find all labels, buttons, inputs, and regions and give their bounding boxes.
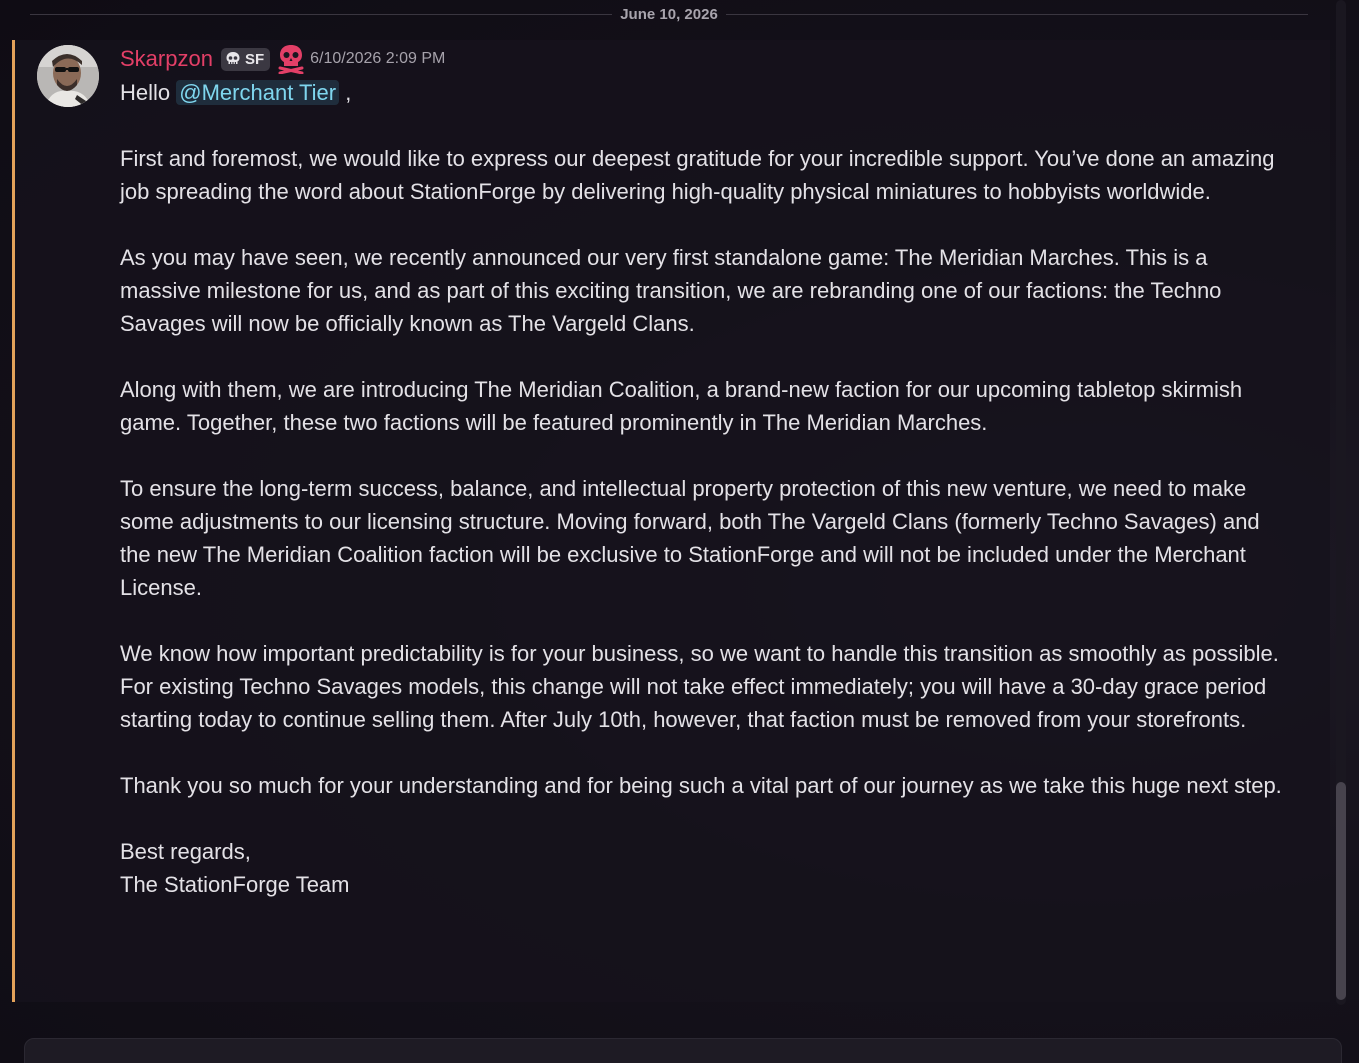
- signature: The StationForge Team: [120, 872, 350, 897]
- message-content: Hello @Merchant Tier , First and foremos…: [120, 76, 1285, 901]
- paragraph: To ensure the long-term success, balance…: [120, 476, 1260, 600]
- server-tag[interactable]: SF: [220, 47, 271, 71]
- greeting-text: Hello: [120, 80, 171, 105]
- paragraph: As you may have seen, we recently announ…: [120, 245, 1222, 336]
- role-icon[interactable]: [278, 44, 304, 74]
- author-name[interactable]: Skarpzon: [120, 46, 213, 72]
- avatar-image: [37, 45, 99, 107]
- signoff: Best regards,: [120, 839, 251, 864]
- divider-line: [30, 13, 613, 15]
- date-divider: June 10, 2026: [30, 0, 1309, 28]
- message[interactable]: Skarpzon SF 6/10/2026 2:09 PM Hello @Mer…: [12, 40, 1330, 1002]
- signoff-block: Best regards, The StationForge Team: [120, 835, 1285, 901]
- divider-line: [725, 13, 1309, 15]
- avatar[interactable]: [37, 45, 99, 107]
- message-header: Skarpzon SF 6/10/2026 2:09 PM: [120, 44, 445, 74]
- greeting-suffix: ,: [339, 80, 352, 105]
- divider-date: June 10, 2026: [620, 5, 718, 23]
- paragraph: Along with them, we are introducing The …: [120, 377, 1243, 435]
- paragraph: First and foremost, we would like to exp…: [120, 146, 1275, 204]
- message-timestamp[interactable]: 6/10/2026 2:09 PM: [310, 50, 445, 68]
- skull-icon: [278, 45, 304, 74]
- greeting-line: Hello @Merchant Tier ,: [120, 76, 1285, 109]
- paragraph: We know how important predictability is …: [120, 641, 1279, 732]
- role-mention[interactable]: @Merchant Tier: [176, 80, 340, 105]
- scrollbar-thumb[interactable]: [1336, 782, 1346, 1000]
- chat-view: June 10, 2026 Skarpzon SF 6/10/2026 2:09…: [0, 0, 1359, 1063]
- server-tag-label: SF: [244, 50, 265, 68]
- message-composer[interactable]: [24, 1038, 1342, 1063]
- skull-icon: [226, 52, 240, 64]
- paragraph: Thank you so much for your understanding…: [120, 773, 1282, 798]
